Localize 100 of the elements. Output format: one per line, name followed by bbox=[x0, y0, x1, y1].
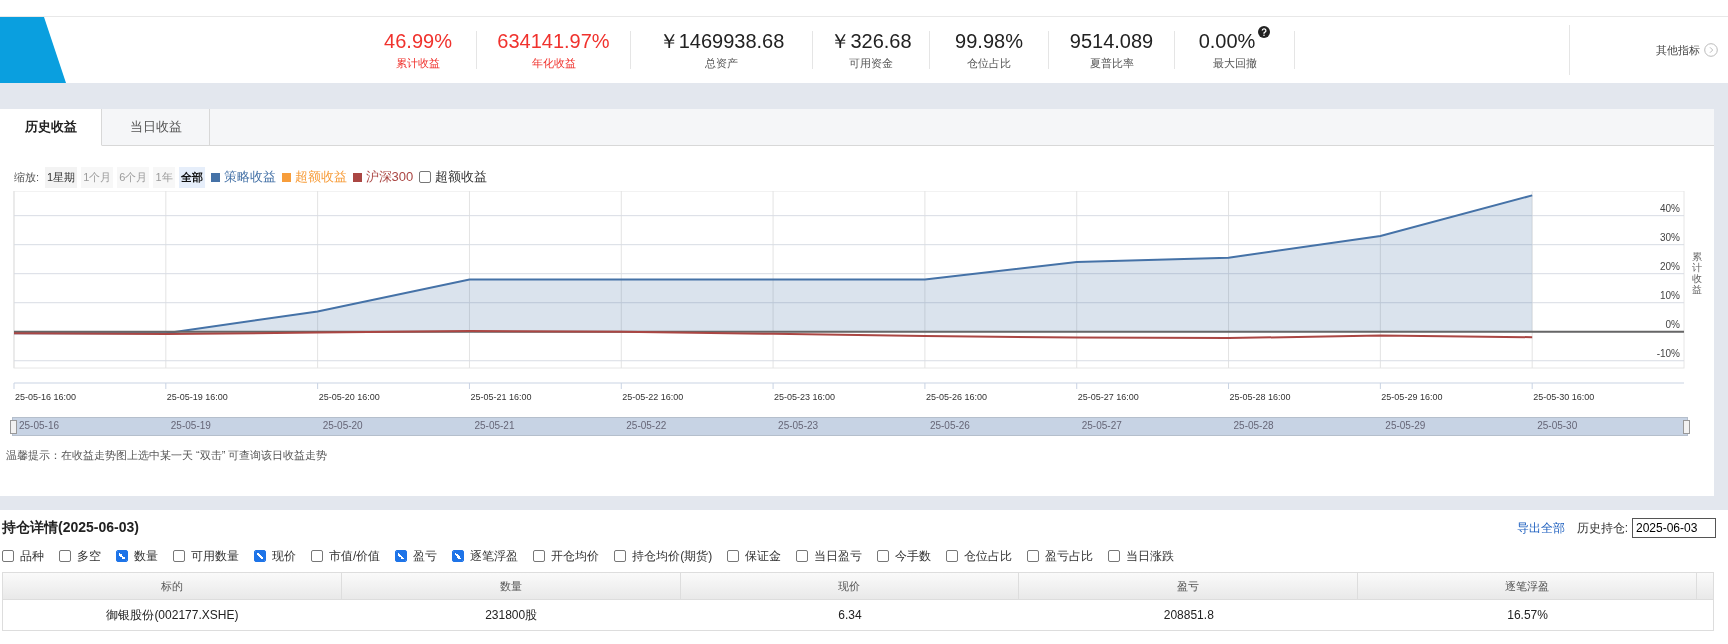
checkbox[interactable] bbox=[614, 550, 627, 562]
checkbox[interactable] bbox=[533, 550, 546, 562]
x-tick-label: 25-05-27 16:00 bbox=[1077, 392, 1139, 402]
stat-value: 99.98% bbox=[955, 29, 1023, 52]
column-header: 标的 bbox=[3, 573, 342, 599]
column-header: 数量 bbox=[341, 573, 681, 599]
navigator-label: 25-05-16 bbox=[19, 420, 60, 431]
checkbox-label[interactable]: 可用数量 bbox=[191, 547, 239, 565]
x-tick-label: 25-05-30 16:00 bbox=[1533, 392, 1595, 402]
checkbox[interactable] bbox=[796, 550, 809, 562]
navigator-label: 25-05-22 bbox=[626, 420, 667, 431]
checkbox[interactable] bbox=[395, 550, 408, 562]
column-header: 盈亏 bbox=[1019, 573, 1359, 599]
checkbox-label[interactable]: 多空 bbox=[77, 547, 101, 565]
legend-label[interactable]: 策略收益 bbox=[223, 168, 276, 186]
y-axis-title: 累计收益 bbox=[1692, 251, 1702, 295]
history-label: 历史持仓: bbox=[1576, 519, 1628, 537]
x-tick-label: 25-05-21 16:00 bbox=[470, 392, 532, 402]
y-tick-label: -10% bbox=[1656, 347, 1680, 359]
navigator-label: 25-05-27 bbox=[1081, 420, 1122, 431]
checkbox[interactable] bbox=[59, 550, 71, 562]
stat-value: ￥1469938.68 bbox=[658, 29, 785, 52]
checkbox[interactable] bbox=[877, 550, 890, 562]
navigator-label: 25-05-26 bbox=[929, 420, 970, 431]
tab[interactable]: 当日收益 bbox=[102, 109, 210, 146]
checkbox[interactable] bbox=[419, 171, 432, 183]
stat-value: 0.00% bbox=[1198, 29, 1256, 52]
date-field[interactable]: 2025-06-03 bbox=[1632, 518, 1716, 538]
zoom-button[interactable]: 全部 bbox=[178, 166, 205, 188]
stat-value: ￥326.68 bbox=[830, 29, 912, 52]
checkbox[interactable] bbox=[946, 550, 959, 562]
checkbox-label[interactable]: 今手数 bbox=[895, 547, 932, 565]
legend-label[interactable]: 沪深300 bbox=[365, 168, 414, 186]
stat-label: 最大回撤 bbox=[1212, 55, 1257, 71]
table-cell-text: 6.34 bbox=[837, 607, 863, 624]
checkbox[interactable] bbox=[254, 550, 266, 562]
x-tick-label: 25-05-29 16:00 bbox=[1381, 392, 1443, 402]
table-cell-text: 16.57% bbox=[1506, 607, 1549, 624]
checkbox-label[interactable]: 保证金 bbox=[745, 547, 782, 565]
checkbox[interactable] bbox=[1108, 550, 1121, 562]
navigator-label: 25-05-19 bbox=[170, 420, 211, 431]
checkbox-label[interactable]: 仓位占比 bbox=[964, 547, 1013, 565]
navigator-label: 25-05-20 bbox=[322, 420, 363, 431]
checkbox-label[interactable]: 品种 bbox=[20, 547, 44, 565]
stat-label: 总资产 bbox=[705, 55, 738, 71]
checkbox[interactable] bbox=[311, 550, 323, 562]
hint-text: 温馨提示：在收益走势图上选中某一天 “双击” 可查询该日收益走势 bbox=[5, 448, 329, 463]
range-navigator[interactable]: 25-05-16 25-05-19 25-05-20 25-05-21 25-05-22 25-05-23 25-05-26 25-05-27 25-05-28 25-05-29 25-05-30 bbox=[12, 417, 1688, 436]
stat-label: 夏普比率 bbox=[1089, 55, 1134, 71]
stat-value: 634141.97% bbox=[497, 29, 610, 52]
y-tick-label: 20% bbox=[1660, 260, 1680, 272]
checkbox-label[interactable]: 盈亏 bbox=[413, 547, 438, 565]
zoom-label: 缩放: bbox=[14, 169, 40, 185]
x-tick-label: 25-05-19 16:00 bbox=[166, 392, 228, 402]
checkbox-label[interactable]: 市值/价值 bbox=[329, 547, 381, 565]
checkbox[interactable] bbox=[1027, 550, 1040, 562]
column-header: 逐笔浮盈 bbox=[1358, 573, 1697, 599]
checkbox-label[interactable]: 盈亏占比 bbox=[1045, 547, 1094, 565]
navigator-label: 25-05-28 bbox=[1233, 420, 1274, 431]
checkbox-label[interactable]: 持仓均价(期货) bbox=[632, 547, 713, 565]
section-title: 持仓详情(2025-06-03) bbox=[2, 519, 139, 537]
checkbox-label[interactable]: 开仓均价 bbox=[551, 547, 600, 565]
navigator-label: 25-05-23 bbox=[778, 420, 819, 431]
navigator-label: 25-05-29 bbox=[1385, 420, 1426, 431]
table-cell-text: 御银股份(002177.XSHE) bbox=[105, 607, 240, 624]
stat-value: 46.99% bbox=[384, 29, 452, 52]
checkbox-label[interactable]: 现价 bbox=[272, 547, 296, 565]
x-tick-label: 25-05-28 16:00 bbox=[1229, 392, 1291, 402]
table-cell-text: 231800股 bbox=[484, 607, 539, 624]
export-link[interactable]: 导出全部 bbox=[1516, 519, 1565, 537]
checkbox-label[interactable]: 当日盈亏 bbox=[814, 547, 863, 565]
stat-label: 仓位占比 bbox=[967, 55, 1011, 71]
y-tick-label: 0% bbox=[1665, 318, 1680, 330]
navigator-label: 25-05-30 bbox=[1537, 420, 1578, 431]
stat-label: 年化收益 bbox=[531, 55, 576, 71]
x-tick-label: 25-05-20 16:00 bbox=[318, 392, 380, 402]
x-tick-label: 25-05-16 16:00 bbox=[15, 392, 77, 402]
x-tick-label: 25-05-22 16:00 bbox=[622, 392, 684, 402]
range-handle[interactable] bbox=[10, 420, 17, 434]
table-cell-text: 208851.8 bbox=[1162, 607, 1215, 624]
checkbox-label[interactable]: 数量 bbox=[134, 547, 158, 565]
checkbox-label[interactable]: 当日涨跌 bbox=[1126, 547, 1175, 565]
checkbox-label[interactable]: 逐笔浮盈 bbox=[470, 547, 519, 565]
range-handle[interactable] bbox=[1683, 420, 1690, 434]
checkbox[interactable] bbox=[116, 550, 128, 562]
x-tick-label: 25-05-26 16:00 bbox=[925, 392, 987, 402]
help-icon[interactable] bbox=[1258, 25, 1271, 38]
column-header: 现价 bbox=[680, 573, 1020, 599]
stat-label: 累计收益 bbox=[396, 55, 440, 71]
y-tick-label: 30% bbox=[1660, 231, 1680, 243]
y-tick-label: 10% bbox=[1660, 289, 1680, 301]
stat-value: 9514.089 bbox=[1069, 29, 1154, 52]
more-metrics-link[interactable]: 其他指标 bbox=[1656, 42, 1700, 58]
checkbox[interactable] bbox=[2, 550, 14, 562]
zoom-button[interactable]: 1星期 bbox=[45, 166, 78, 188]
y-tick-label: 40% bbox=[1660, 202, 1680, 214]
checkbox[interactable] bbox=[173, 550, 185, 562]
checkbox[interactable] bbox=[452, 550, 465, 562]
checkbox[interactable] bbox=[727, 550, 740, 562]
checkbox-label[interactable]: 超额收益 bbox=[435, 168, 488, 186]
